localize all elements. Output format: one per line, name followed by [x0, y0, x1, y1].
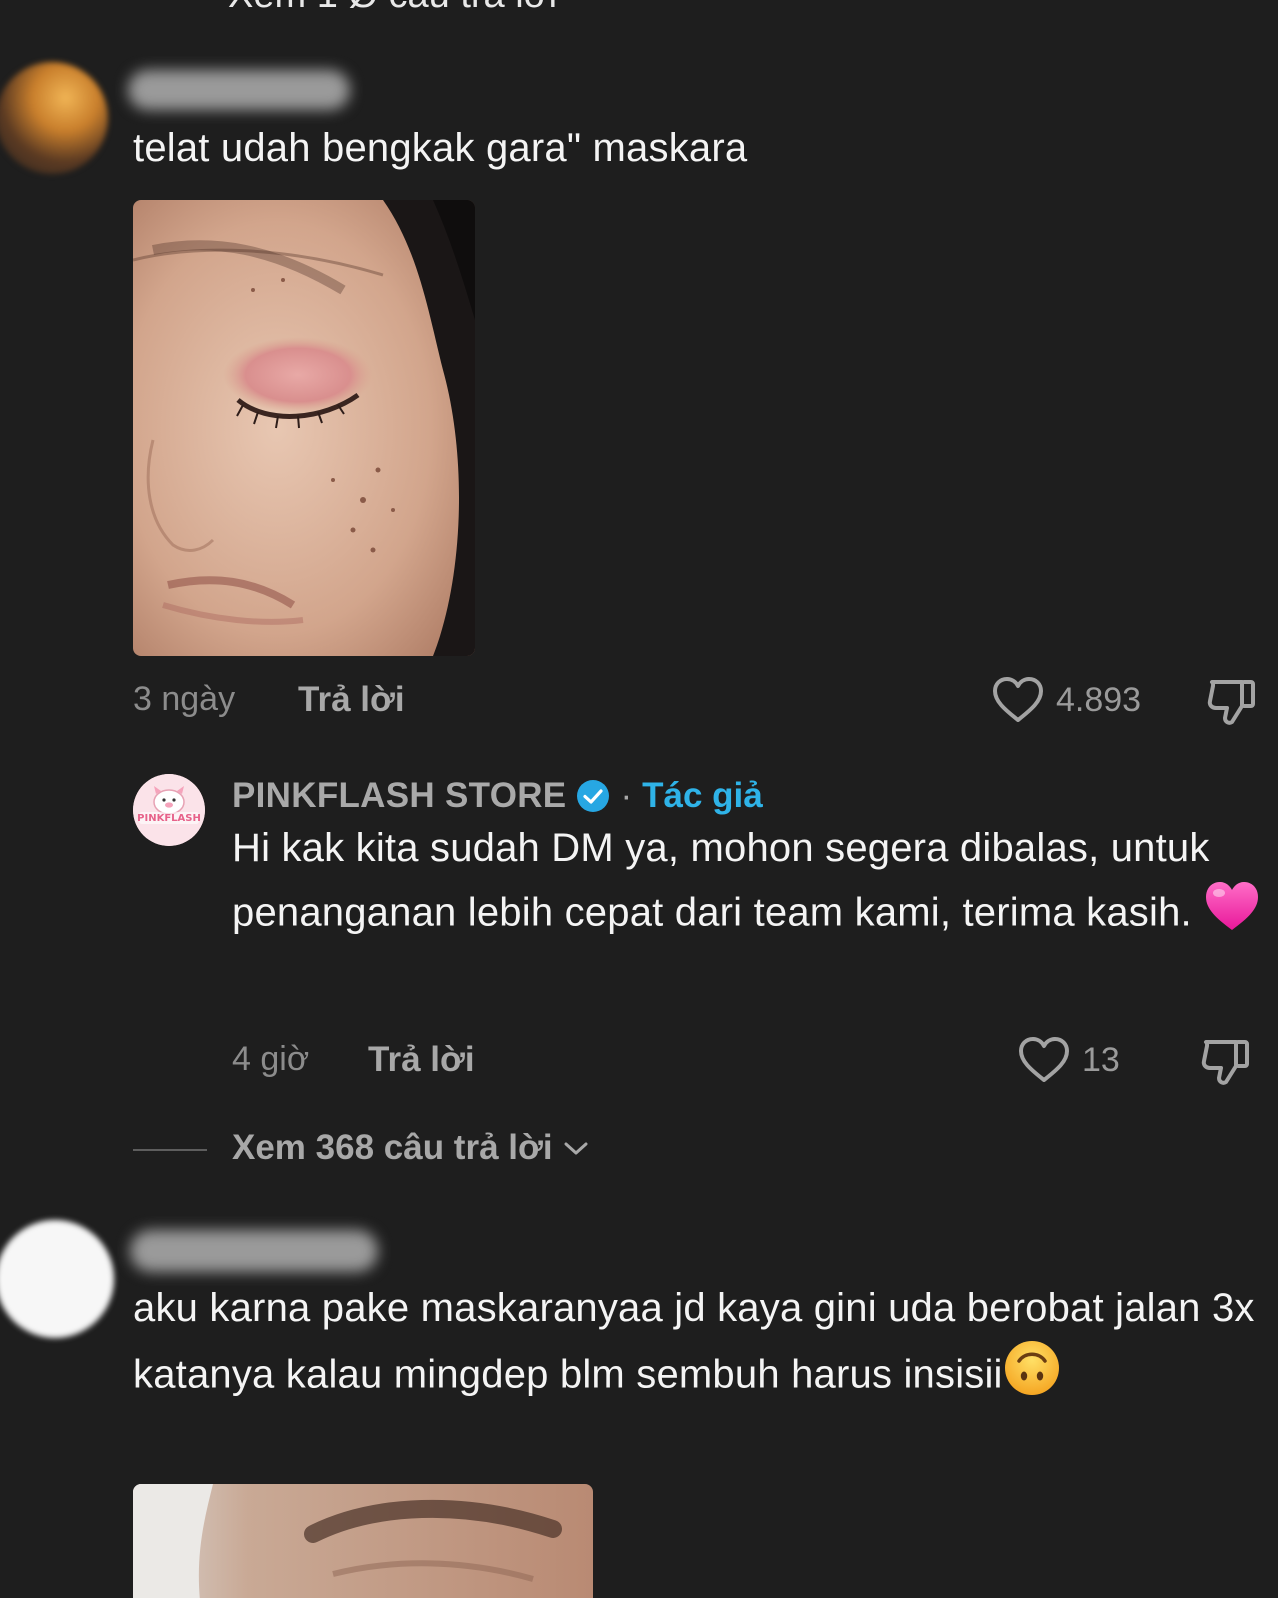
chevron-down-icon — [564, 1142, 588, 1155]
like-button[interactable]: 13 — [1018, 1036, 1120, 1084]
heart-outline-icon — [1019, 1037, 1069, 1082]
view-replies-divider — [133, 1149, 207, 1151]
comment-photo-eye-closeup[interactable] — [133, 1484, 593, 1598]
like-button[interactable]: 4.893 — [992, 676, 1141, 724]
reply-button[interactable]: Trả lời — [298, 680, 405, 720]
dislike-button[interactable] — [1206, 676, 1258, 733]
comment-time: 3 ngày — [133, 680, 236, 718]
reply-button[interactable]: Trả lời — [368, 1040, 475, 1080]
heart-outline-icon — [993, 677, 1043, 722]
dislike-button[interactable] — [1200, 1036, 1252, 1093]
commenter-username-blurred[interactable] — [128, 70, 350, 110]
view-replies-button[interactable]: Xem 368 câu trả lời — [232, 1128, 591, 1168]
view-replies-label: Xem 368 câu trả lời — [232, 1128, 553, 1167]
photo-drawing — [133, 1484, 593, 1598]
verified-badge-icon — [577, 780, 610, 812]
author-avatar[interactable]: PINKFLASH — [133, 774, 205, 846]
commenter-avatar[interactable] — [0, 62, 108, 174]
comment-text: telat udah bengkak gara" maskara — [133, 126, 748, 170]
author-name[interactable]: PINKFLASH STORE — [232, 776, 566, 816]
svg-text:PINKFLASH: PINKFLASH — [137, 813, 201, 824]
previous-view-replies-partial[interactable]: Xem 1 Ø câu trả lời — [228, 0, 557, 17]
author-header: PINKFLASH STORE · Tác giả — [232, 776, 763, 816]
like-count: 4.893 — [1056, 680, 1142, 719]
upside-down-face-emoji — [1003, 1339, 1061, 1415]
comments-screen: Xem 1 Ø câu trả lời telat udah bengkak g… — [0, 0, 1278, 1598]
pink-heart-emoji — [1203, 879, 1261, 951]
like-count: 13 — [1082, 1040, 1120, 1079]
comment-body: aku karna pake maskaranyaa jd kaya gini … — [133, 1286, 1255, 1397]
commenter-avatar[interactable] — [0, 1220, 114, 1338]
commenter-username-blurred[interactable] — [130, 1230, 378, 1272]
pinkflash-logo: PINKFLASH — [133, 774, 205, 846]
author-reply-text: Hi kak kita sudah DM ya, mohon segera di… — [232, 818, 1272, 951]
comment-photo-swollen-eye[interactable] — [133, 200, 475, 656]
photo-drawing — [133, 200, 475, 656]
author-tag: Tác giả — [642, 776, 763, 815]
comment-text: aku karna pake maskaranyaa jd kaya gini … — [133, 1278, 1268, 1415]
thumbs-down-outline-icon — [1201, 1040, 1249, 1085]
separator-dot: · — [620, 776, 633, 815]
thumbs-down-outline-icon — [1207, 680, 1255, 725]
comment-time: 4 giờ — [232, 1040, 310, 1078]
author-reply-body: Hi kak kita sudah DM ya, mohon segera di… — [232, 826, 1210, 935]
